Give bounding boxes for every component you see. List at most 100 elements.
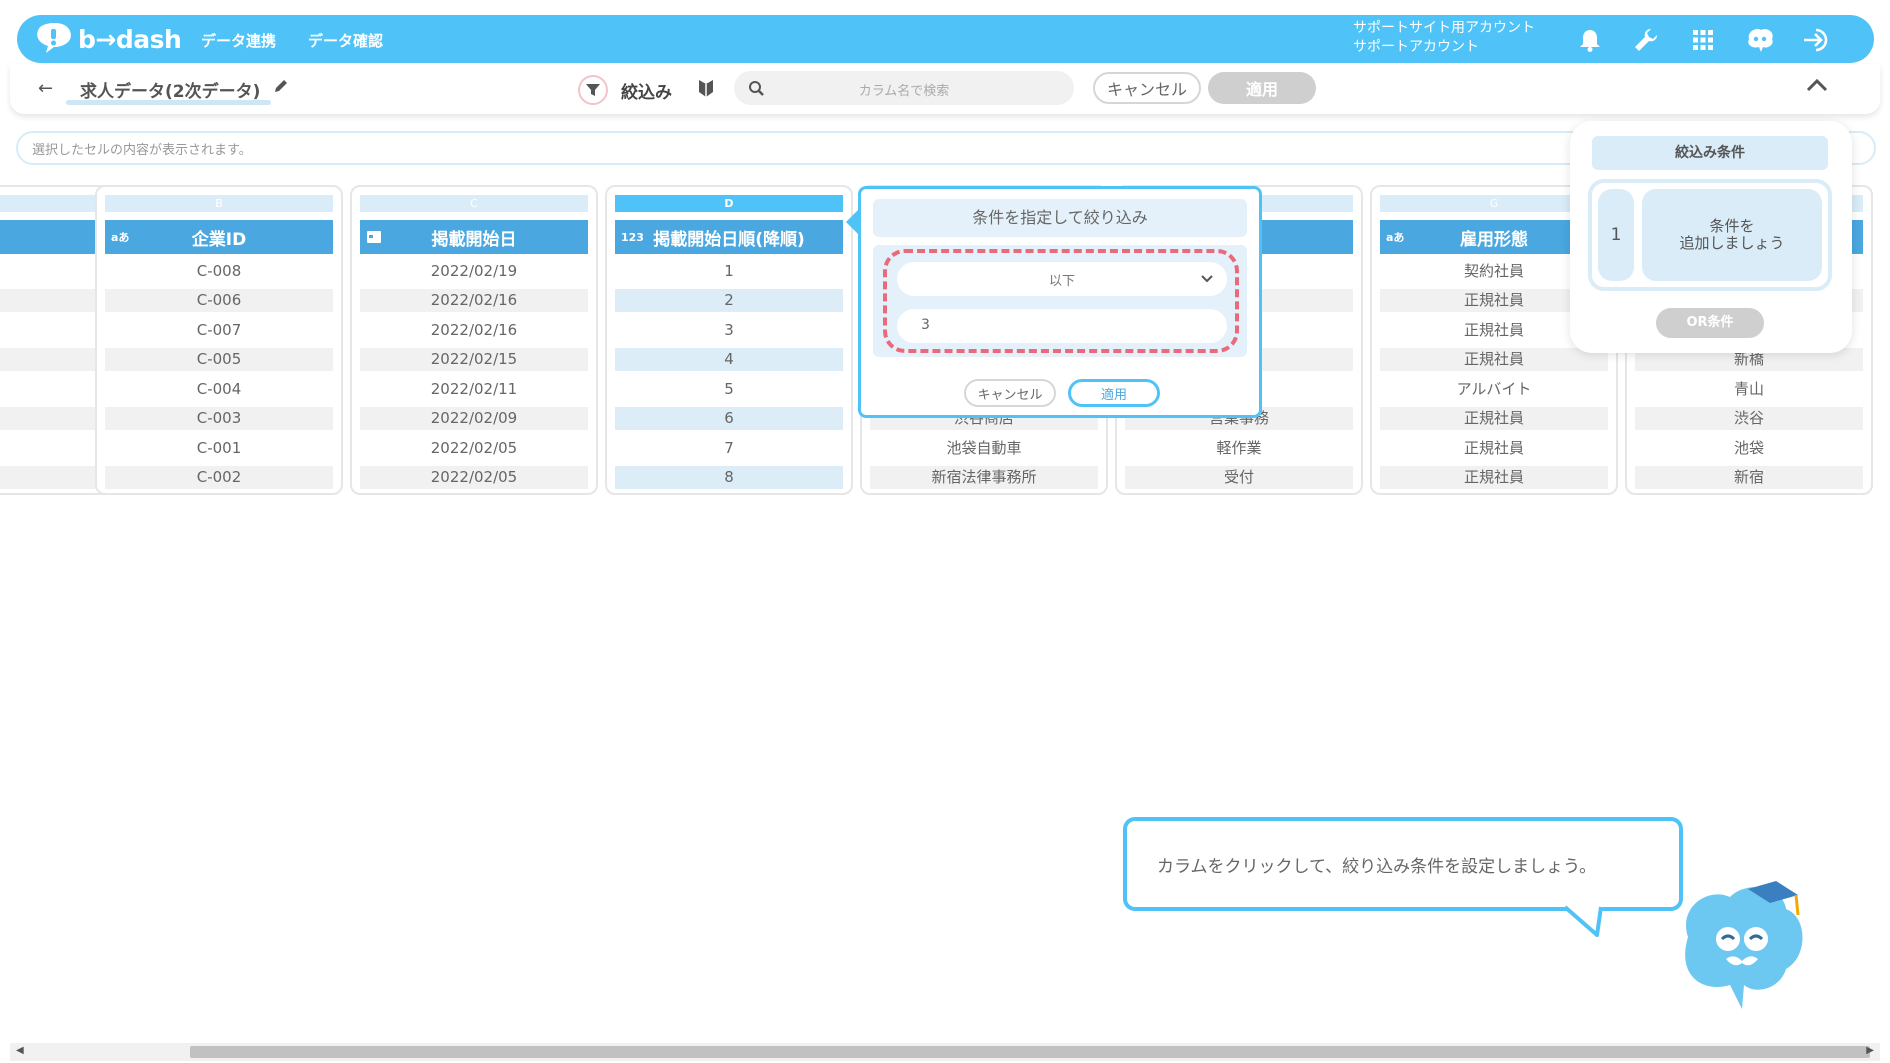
table-cell[interactable]: 4 xyxy=(615,348,843,371)
beginner-mark-icon[interactable] xyxy=(698,78,714,102)
guide-text: カラムをクリックして、絞り込み条件を設定しましょう。 xyxy=(1157,856,1597,877)
add-condition-line-2: 追加しましょう xyxy=(1679,234,1785,252)
table-cell[interactable]: 渋谷 xyxy=(1635,407,1863,430)
column-header-label: 掲載開始日順(降順) xyxy=(653,229,805,250)
table-cell[interactable]: 軽作業 xyxy=(1125,437,1353,460)
table-cell[interactable]: 2022/02/05 xyxy=(360,437,588,460)
column-letter[interactable]: C xyxy=(360,195,588,212)
column-letter[interactable]: B xyxy=(105,195,333,212)
table-cell[interactable]: 2022/02/19 xyxy=(360,260,588,283)
table-cell[interactable]: 受付 xyxy=(1125,466,1353,489)
table-cell[interactable]: 2022/02/16 xyxy=(360,319,588,342)
table-cell[interactable]: C-003 xyxy=(105,407,333,430)
search-placeholder: カラム名で検索 xyxy=(858,84,950,99)
column-letter[interactable]: D xyxy=(615,195,843,212)
table-cell[interactable]: 正規社員 xyxy=(1380,466,1608,489)
table-column[interactable]: D 123 掲載開始日順(降順) 1 2 3 4 5 6 7 8 xyxy=(605,185,853,495)
table-cell[interactable]: 3 xyxy=(615,319,843,342)
account-line-2: サポートアカウント xyxy=(1353,39,1479,55)
horizontal-scrollbar[interactable]: ◀ ▶ xyxy=(10,1043,1880,1061)
title-underline xyxy=(66,100,271,105)
table-cell[interactable]: 2022/02/16 xyxy=(360,289,588,312)
number-type-icon: 123 xyxy=(621,230,644,244)
logout-icon[interactable] xyxy=(1802,25,1832,55)
table-cell[interactable]: C-005 xyxy=(105,348,333,371)
column-search-box[interactable]: カラム名で検索 xyxy=(734,71,1074,105)
scroll-right-arrow-icon[interactable]: ▶ xyxy=(1866,1045,1874,1056)
operator-select[interactable]: 以下 xyxy=(897,262,1227,296)
or-condition-button[interactable]: OR条件 xyxy=(1656,308,1764,338)
account-info[interactable]: サポートサイト用アカウント サポートアカウント xyxy=(1353,19,1535,57)
table-cell[interactable]: C-002 xyxy=(105,466,333,489)
table-cell[interactable]: 6 xyxy=(615,407,843,430)
table-cell[interactable]: 2022/02/15 xyxy=(360,348,588,371)
operator-value: 以下 xyxy=(1048,273,1075,289)
bubble-tail xyxy=(1563,905,1603,937)
scroll-left-arrow-icon[interactable]: ◀ xyxy=(16,1045,24,1056)
text-type-icon: aあ xyxy=(111,231,130,244)
filter-conditions-title: 絞込み条件 xyxy=(1592,136,1828,170)
table-cell[interactable]: 池袋自動車 xyxy=(870,437,1098,460)
brain-mascot-icon xyxy=(1685,881,1803,1009)
add-condition-line-1: 条件を xyxy=(1709,217,1755,235)
apps-grid-icon[interactable] xyxy=(1688,25,1718,55)
table-cell[interactable]: C-006 xyxy=(105,289,333,312)
bell-icon[interactable] xyxy=(1575,25,1605,55)
column-header-label: 企業ID xyxy=(191,229,247,250)
table-cell[interactable]: C-004 xyxy=(105,378,333,401)
chevron-up-icon[interactable] xyxy=(1805,77,1829,97)
table-cell[interactable]: C-001 xyxy=(105,437,333,460)
text-type-icon: aあ xyxy=(1386,231,1405,244)
popup-pointer xyxy=(846,210,858,234)
table-cell[interactable]: C-007 xyxy=(105,319,333,342)
nav-data-check[interactable]: データ確認 xyxy=(308,30,383,51)
condition-index: 1 xyxy=(1598,189,1634,281)
popup-cancel-button[interactable]: キャンセル xyxy=(964,379,1056,407)
table-cell[interactable]: 青山 xyxy=(1635,378,1863,401)
column-header[interactable]: aあ 企業ID xyxy=(105,220,333,254)
logo[interactable]: b→dash xyxy=(34,23,182,55)
condition-group: 1 条件を 追加しましょう xyxy=(1588,179,1832,291)
toolbar-apply-button[interactable]: 適用 xyxy=(1208,72,1316,104)
scrollbar-thumb[interactable] xyxy=(190,1046,1870,1058)
popup-apply-button[interactable]: 適用 xyxy=(1068,379,1160,407)
table-cell[interactable]: 新宿 xyxy=(1635,466,1863,489)
filter-label: 絞込み xyxy=(621,83,672,103)
nav-data-integration[interactable]: データ連携 xyxy=(201,30,276,51)
table-column[interactable]: C 掲載開始日 2022/02/19 2022/02/16 2022/02/16 2022… xyxy=(350,185,598,495)
table-cell[interactable]: 5 xyxy=(615,378,843,401)
account-line-1: サポートサイト用アカウント xyxy=(1353,20,1535,36)
column-header[interactable]: 123 掲載開始日順(降順) xyxy=(615,220,843,254)
table-cell[interactable]: 1 xyxy=(615,260,843,283)
filter-conditions-panel: 絞込み条件 1 条件を 追加しましょう OR条件 xyxy=(1570,121,1852,353)
filter-icon[interactable] xyxy=(578,75,608,105)
column-header[interactable]: 掲載開始日 xyxy=(360,220,588,254)
table-column[interactable]: Baあ 企業ID C-008 C-006 C-007 C-005 C-004 C-003 C-0… xyxy=(95,185,343,495)
chevron-down-icon xyxy=(1201,275,1213,283)
column-header-label: 雇用形態 xyxy=(1460,229,1528,250)
table-cell[interactable]: 2022/02/11 xyxy=(360,378,588,401)
add-condition-button[interactable]: 条件を 追加しましょう xyxy=(1642,189,1822,281)
table-cell[interactable]: C-008 xyxy=(105,260,333,283)
table-cell[interactable]: 2022/02/05 xyxy=(360,466,588,489)
condition-value-input[interactable]: 3 xyxy=(897,309,1227,343)
table-cell[interactable]: 2022/02/09 xyxy=(360,407,588,430)
table-cell[interactable]: 正規社員 xyxy=(1380,407,1608,430)
logo-bubble-icon xyxy=(37,23,71,53)
table-cell[interactable]: 8 xyxy=(615,466,843,489)
table-cell[interactable]: 7 xyxy=(615,437,843,460)
toolbar-cancel-button[interactable]: キャンセル xyxy=(1093,72,1201,104)
table-cell[interactable]: 池袋 xyxy=(1635,437,1863,460)
data-title[interactable]: 求人データ(2次データ) xyxy=(80,77,260,102)
calendar-icon xyxy=(366,228,382,247)
table-cell[interactable]: 2 xyxy=(615,289,843,312)
table-cell[interactable]: 正規社員 xyxy=(1380,348,1608,371)
table-cell[interactable]: アルバイト xyxy=(1380,378,1608,401)
table-cell[interactable]: 正規社員 xyxy=(1380,437,1608,460)
table-cell[interactable]: 新宿法律事務所 xyxy=(870,466,1098,489)
wrench-icon[interactable] xyxy=(1631,25,1661,55)
guide-speech-bubble: カラムをクリックして、絞り込み条件を設定しましょう。 xyxy=(1123,817,1683,911)
pencil-icon[interactable] xyxy=(273,78,289,98)
back-arrow-icon[interactable]: ← xyxy=(38,78,53,99)
brain-mascot-icon[interactable] xyxy=(1745,25,1775,55)
